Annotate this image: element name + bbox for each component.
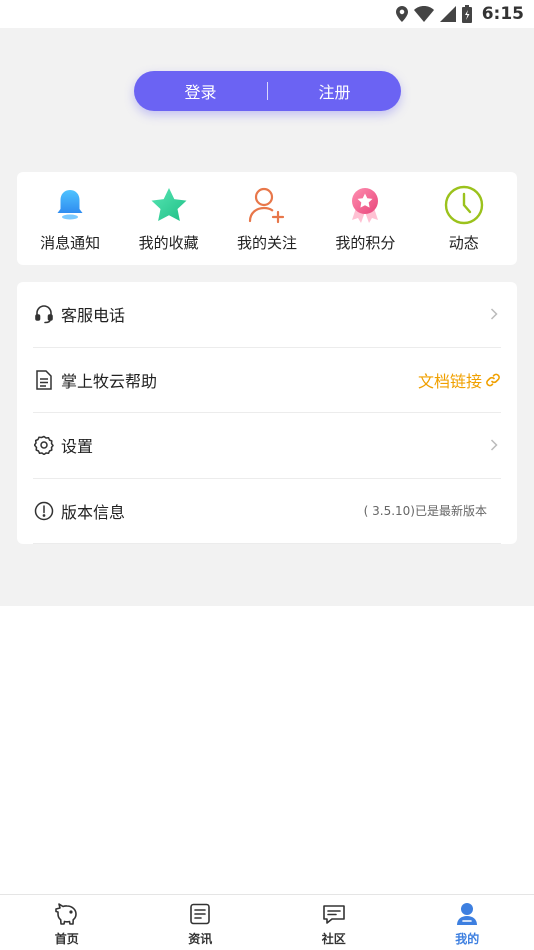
tab-label: 首页 bbox=[54, 932, 79, 946]
shortcut-activity[interactable]: 动态 bbox=[416, 184, 512, 253]
menu-title: 客服电话 bbox=[61, 306, 126, 326]
register-button[interactable]: 注册 bbox=[268, 79, 401, 103]
tab-mine[interactable]: 我的 bbox=[401, 895, 534, 950]
shortcut-label: 我的收藏 bbox=[138, 234, 199, 252]
chevron-right-icon bbox=[487, 439, 501, 451]
pig-icon bbox=[54, 901, 80, 927]
star-icon bbox=[148, 184, 190, 226]
document-link-label: 文档链接 bbox=[417, 371, 482, 391]
location-icon bbox=[395, 6, 408, 22]
menu-title: 掌上牧云帮助 bbox=[61, 371, 158, 391]
shortcut-favorites[interactable]: 我的收藏 bbox=[121, 184, 217, 253]
shortcut-label: 我的关注 bbox=[236, 234, 297, 252]
gear-icon bbox=[33, 434, 55, 456]
tab-label: 社区 bbox=[321, 932, 346, 946]
wifi-icon bbox=[413, 6, 434, 22]
shortcut-points[interactable]: 我的积分 bbox=[317, 184, 413, 253]
shortcut-notifications[interactable]: 消息通知 bbox=[22, 184, 118, 253]
news-icon bbox=[187, 901, 213, 927]
menu-title: 版本信息 bbox=[61, 502, 126, 522]
shortcut-label: 消息通知 bbox=[40, 234, 101, 252]
chevron-right-icon bbox=[487, 308, 501, 320]
shortcut-following[interactable]: 我的关注 bbox=[219, 184, 315, 253]
tab-label: 资讯 bbox=[188, 932, 213, 946]
info-icon bbox=[33, 500, 55, 522]
menu-service-phone[interactable]: 客服电话 bbox=[33, 282, 501, 348]
shortcut-label: 动态 bbox=[448, 234, 479, 252]
add-user-icon bbox=[246, 184, 288, 226]
clock-icon bbox=[443, 184, 485, 226]
menu-title: 设置 bbox=[61, 437, 94, 457]
bell-icon bbox=[49, 184, 91, 226]
bottom-tab-bar: 首页 资讯 社区 我的 bbox=[0, 894, 534, 950]
user-icon bbox=[454, 901, 480, 927]
link-icon bbox=[486, 373, 500, 387]
clock-time: 6:15 bbox=[481, 4, 524, 24]
medal-icon bbox=[344, 184, 386, 226]
shortcut-card: 消息通知 我的收藏 我的关注 我的积分 动态 bbox=[17, 172, 517, 265]
menu-settings[interactable]: 设置 bbox=[33, 413, 501, 479]
shortcut-label: 我的积分 bbox=[335, 234, 396, 252]
tab-news[interactable]: 资讯 bbox=[134, 895, 268, 950]
menu-card: 客服电话 掌上牧云帮助 文档链接 设置 版本信息 (3.5.10)已是最新版本 bbox=[17, 282, 517, 544]
auth-pill: 登录 注册 bbox=[134, 71, 401, 111]
tab-label: 我的 bbox=[455, 932, 480, 946]
tab-community[interactable]: 社区 bbox=[267, 895, 401, 950]
tab-home[interactable]: 首页 bbox=[0, 895, 134, 950]
menu-help[interactable]: 掌上牧云帮助 文档链接 bbox=[33, 348, 501, 413]
menu-version[interactable]: 版本信息 ( 3.5.10)已是最新版本 bbox=[33, 479, 501, 544]
login-button[interactable]: 登录 bbox=[134, 79, 267, 103]
status-bar: 6:15 bbox=[0, 0, 534, 28]
chat-icon bbox=[321, 901, 347, 927]
document-icon bbox=[33, 369, 55, 391]
headset-icon bbox=[33, 303, 55, 325]
version-value: ( 3.5.10)已是最新版本 bbox=[363, 504, 487, 519]
document-link[interactable]: 文档链接 bbox=[418, 368, 501, 392]
battery-icon bbox=[461, 5, 472, 23]
signal-icon bbox=[439, 6, 456, 22]
